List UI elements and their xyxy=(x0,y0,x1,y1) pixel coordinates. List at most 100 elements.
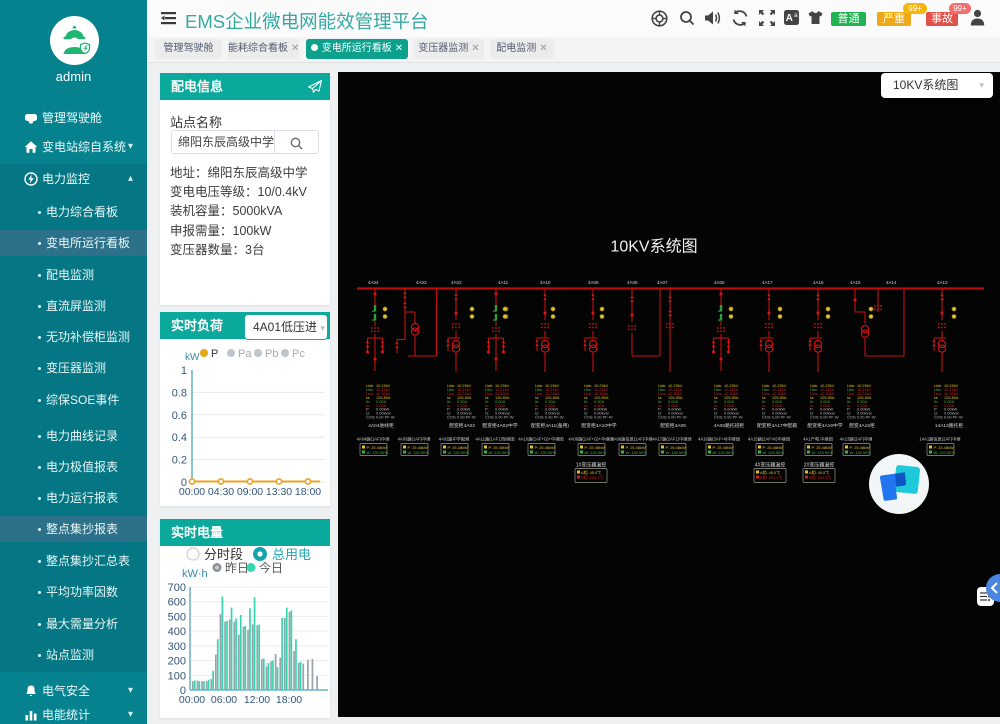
svg-text:10KV系统图: 10KV系统图 xyxy=(610,238,697,256)
svg-text:4A09: 4A09 xyxy=(588,280,599,285)
svg-text:4A02: 4A02 xyxy=(451,280,462,285)
svg-text:4A09路(1AF+G)+中继团: 4A09路(1AF+G)+中继团 xyxy=(568,436,613,443)
svg-text:4A16: 4A16 xyxy=(813,280,824,285)
svg-text:COS:: COS: xyxy=(485,415,495,420)
svg-text:W: 130.50%: W: 130.50% xyxy=(448,450,470,455)
svg-text:00:00: 00:00 xyxy=(179,486,205,498)
svg-text:COS:: COS: xyxy=(584,415,594,420)
svg-text:4A03路(1AF)中继: 4A03路(1AF)中继 xyxy=(398,436,431,443)
svg-text:4A04路(1AF)中继: 4A04路(1AF)中继 xyxy=(357,436,390,443)
svg-text:4A13路(2AF)中继: 4A13路(2AF)中继 xyxy=(840,436,873,443)
svg-text:COS:: COS: xyxy=(934,415,944,420)
svg-text:14A13路托柜: 14A13路托柜 xyxy=(935,422,963,429)
svg-text:4A16路(2AF+4)中继团: 4A16路(2AF+4)中继团 xyxy=(698,436,740,443)
svg-text:W: 130.50%: W: 130.50% xyxy=(934,450,956,455)
svg-text:COS:: COS: xyxy=(847,415,857,420)
svg-text:18:00: 18:00 xyxy=(295,486,321,498)
svg-text:18:00: 18:00 xyxy=(276,694,302,706)
svg-text:4A17路(2AF1)中继续: 4A17路(2AF1)中继续 xyxy=(652,436,691,443)
svg-text:1: 1 xyxy=(181,365,187,377)
svg-text:4A1产电.中继团: 4A1产电.中继团 xyxy=(803,436,833,443)
svg-text:COS:: COS: xyxy=(535,415,545,420)
svg-text:W: 130.50%: W: 130.50% xyxy=(367,450,389,455)
svg-text:300: 300 xyxy=(168,641,186,653)
svg-text:4A08: 4A08 xyxy=(627,280,638,285)
svg-text:500: 500 xyxy=(168,611,186,623)
svg-text:200: 200 xyxy=(168,656,186,668)
svg-text:配变柜4A02中学: 配变柜4A02中学 xyxy=(482,422,517,429)
svg-text:06:00: 06:00 xyxy=(211,694,237,706)
svg-text:配变柜4A16中学: 配变柜4A16中学 xyxy=(807,422,842,429)
svg-text:0.00 PF·W: 0.00 PF·W xyxy=(724,415,743,420)
svg-text:700: 700 xyxy=(168,582,186,594)
svg-text:Pc: Pc xyxy=(292,348,305,360)
svg-text:4A07: 4A07 xyxy=(657,280,668,285)
svg-text:配变柜4A11(备用): 配变柜4A11(备用) xyxy=(531,422,569,429)
svg-text:W: 130.50%: W: 130.50% xyxy=(489,450,511,455)
svg-text:W: 130.50%: W: 130.50% xyxy=(812,450,834,455)
svg-text:0.8: 0.8 xyxy=(172,387,187,399)
svg-text:W: 130.50%: W: 130.50% xyxy=(713,450,735,455)
svg-text:0.00 PF·W: 0.00 PF·W xyxy=(376,415,395,420)
svg-text:0.00 PF·W: 0.00 PF·W xyxy=(772,415,791,420)
svg-text:4A15: 4A15 xyxy=(850,280,861,285)
svg-text:Pb: Pb xyxy=(265,348,278,360)
svg-text:a: a xyxy=(794,12,798,19)
svg-text:COS:: COS: xyxy=(658,415,668,420)
svg-text:配变柜4A10中学: 配变柜4A10中学 xyxy=(581,422,616,429)
svg-text:配变4A15柜: 配变4A15柜 xyxy=(849,422,875,429)
svg-text:kW·h: kW·h xyxy=(182,568,208,580)
svg-text:0.00 PF·W: 0.00 PF·W xyxy=(857,415,876,420)
svg-text:4A17: 4A17 xyxy=(762,280,773,285)
svg-text:14A1路信息(2AF)中继: 14A1路信息(2AF)中继 xyxy=(919,436,960,443)
svg-text:2#变压器温控: 2#变压器温控 xyxy=(804,462,835,469)
svg-text:00:00: 00:00 xyxy=(179,694,205,706)
svg-text:0.6: 0.6 xyxy=(172,410,187,422)
svg-text:0.00 PF·W: 0.00 PF·W xyxy=(594,415,613,420)
svg-text:4A10: 4A10 xyxy=(540,280,551,285)
svg-text:13:30: 13:30 xyxy=(266,486,292,498)
svg-text:4A06路信息(1AF)中继: 4A06路信息(1AF)中继 xyxy=(611,436,652,443)
svg-text:W: 130.50%: W: 130.50% xyxy=(626,450,648,455)
svg-text:W: 130.50%: W: 130.50% xyxy=(535,450,557,455)
svg-text:4#变压器温控: 4#变压器温控 xyxy=(755,462,786,469)
svg-text:COS:: COS: xyxy=(714,415,724,420)
svg-text:100: 100 xyxy=(168,670,186,682)
svg-text:4A04: 4A04 xyxy=(368,280,379,285)
svg-text:0.00 PF·W: 0.00 PF·W xyxy=(944,415,963,420)
svg-text:12:00: 12:00 xyxy=(244,694,270,706)
svg-text:COS:: COS: xyxy=(810,415,820,420)
svg-text:4A15路(2AF+K)中继团: 4A15路(2AF+K)中继团 xyxy=(748,436,790,443)
svg-text:COS:: COS: xyxy=(366,415,376,420)
svg-text:600: 600 xyxy=(168,597,186,609)
svg-text:4A04进线柜: 4A04进线柜 xyxy=(368,422,394,429)
svg-text:B相: 200.1℃: B相: 200.1℃ xyxy=(809,475,831,480)
svg-text:0.00 PF·W: 0.00 PF·W xyxy=(668,415,687,420)
svg-text:4A10路(1AF+G)+中继团: 4A10路(1AF+G)+中继团 xyxy=(518,436,563,443)
svg-text:4A06路托班柜: 4A06路托班柜 xyxy=(714,422,745,429)
svg-text:Pa: Pa xyxy=(238,348,252,360)
svg-text:0.00 PF·W: 0.00 PF·W xyxy=(820,415,839,420)
svg-text:0.00 PF·W: 0.00 PF·W xyxy=(495,415,514,420)
svg-text:0.00 PF·W: 0.00 PF·W xyxy=(545,415,564,420)
svg-text:4A14: 4A14 xyxy=(886,280,897,285)
svg-text:0.4: 0.4 xyxy=(172,432,187,444)
svg-text:kW: kW xyxy=(185,352,200,363)
svg-text:A: A xyxy=(786,13,793,24)
svg-text:昨日: 昨日 xyxy=(225,561,249,575)
svg-text:配变柜4A03: 配变柜4A03 xyxy=(449,422,475,429)
svg-text:4A13: 4A13 xyxy=(937,280,948,285)
svg-text:W: 130.50%: W: 130.50% xyxy=(666,450,688,455)
svg-text:B相: 200.1℃: B相: 200.1℃ xyxy=(760,475,782,480)
svg-text:COS:: COS: xyxy=(762,415,772,420)
svg-text:W: 130.50%: W: 130.50% xyxy=(850,450,872,455)
svg-text:P: P xyxy=(211,348,218,360)
svg-text:配变柜4A17中配箱: 配变柜4A17中配箱 xyxy=(757,422,797,429)
svg-text:W: 130.50%: W: 130.50% xyxy=(585,450,607,455)
svg-text:400: 400 xyxy=(168,626,186,638)
svg-text:W: 130.50%: W: 130.50% xyxy=(408,450,430,455)
svg-text:4A02路中学配继: 4A02路中学配继 xyxy=(439,436,470,443)
svg-text:总用电: 总用电 xyxy=(272,547,311,562)
svg-text:4A03: 4A03 xyxy=(416,280,427,285)
svg-text:4A11: 4A11 xyxy=(498,280,509,285)
